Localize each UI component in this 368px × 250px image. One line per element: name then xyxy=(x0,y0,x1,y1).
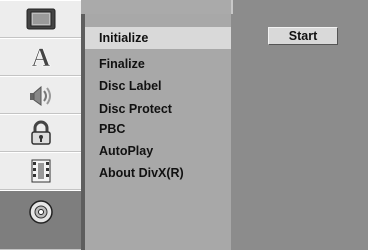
menu-item-disc-label[interactable]: Disc Label xyxy=(85,79,231,93)
letter-a-icon: A xyxy=(31,44,51,70)
film-strip-icon xyxy=(31,159,50,183)
disc-icon xyxy=(28,200,53,224)
menu-item-finalize[interactable]: Finalize xyxy=(85,57,231,71)
sidebar-item-lock[interactable] xyxy=(0,114,81,152)
menu-panel: Initialize Finalize Disc Label Disc Prot… xyxy=(85,14,231,250)
sidebar-item-audio[interactable] xyxy=(0,76,81,114)
top-strip xyxy=(81,0,368,14)
sidebar-item-recording[interactable] xyxy=(0,152,81,190)
sidebar-item-language[interactable]: A xyxy=(0,38,81,76)
menu-item-initialize[interactable]: Initialize xyxy=(85,27,231,49)
speaker-icon xyxy=(29,85,51,106)
padlock-icon xyxy=(30,120,51,145)
menu-item-pbc[interactable]: PBC xyxy=(85,122,231,136)
start-button[interactable]: Start xyxy=(268,27,338,45)
menu-item-about-divx[interactable]: About DivX(R) xyxy=(85,166,231,180)
option-panel xyxy=(231,14,368,250)
sidebar-item-disc[interactable] xyxy=(0,190,81,250)
sidebar: A xyxy=(0,0,81,250)
sidebar-item-display[interactable] xyxy=(0,0,81,38)
osd-screen: A Initialize Finalize Disc Label Disc Pr… xyxy=(0,0,368,250)
tv-screen-icon xyxy=(26,8,55,30)
menu-item-autoplay[interactable]: AutoPlay xyxy=(85,144,231,158)
menu-item-disc-protect[interactable]: Disc Protect xyxy=(85,102,231,116)
top-strip-tab xyxy=(231,0,368,14)
svg-text:A: A xyxy=(31,44,50,70)
